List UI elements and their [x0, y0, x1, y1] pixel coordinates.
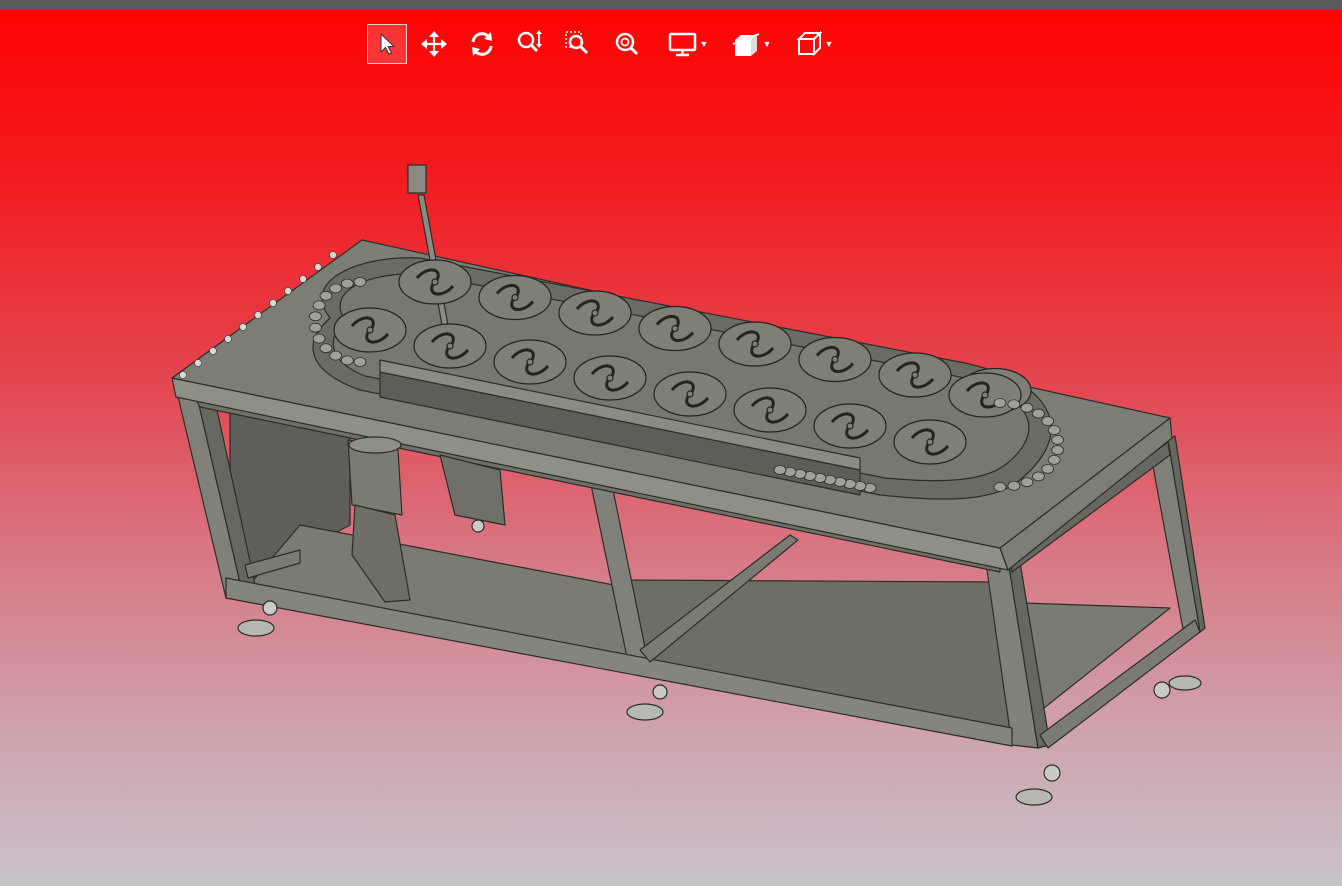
caster-wheel — [1043, 764, 1061, 782]
edge-bolt — [299, 275, 307, 283]
carrier-puck — [653, 371, 727, 417]
carrier-puck — [333, 307, 407, 353]
carrier-puck — [798, 336, 872, 383]
edge-bolt — [179, 371, 187, 379]
chain-link — [1032, 471, 1045, 482]
carrier-puck — [638, 305, 712, 352]
chain-link — [309, 322, 322, 333]
carrier-puck — [813, 403, 887, 449]
chain-link — [319, 343, 333, 354]
chain-link — [1041, 463, 1055, 474]
window-title-bar — [0, 0, 1342, 10]
carrier-puck — [893, 419, 967, 465]
carrier-puck — [493, 339, 567, 385]
leveling-foot — [1168, 675, 1202, 691]
leveling-foot — [626, 703, 664, 721]
chain-link — [329, 350, 343, 361]
chain-link — [340, 355, 354, 366]
3d-viewport[interactable]: ▼ ▼ ▼ — [0, 10, 1342, 886]
chain-link — [993, 398, 1007, 408]
carrier-puck — [413, 323, 487, 369]
caster-wheel — [652, 684, 668, 700]
chain-link — [1041, 416, 1055, 427]
chain-link — [312, 300, 326, 311]
chain-link — [1047, 454, 1061, 465]
chain-link — [1007, 480, 1021, 491]
leveling-foot — [237, 619, 275, 637]
edge-bolt — [224, 335, 232, 343]
edge-bolt — [314, 263, 322, 271]
chain-link — [993, 482, 1007, 492]
carrier-puck — [733, 387, 807, 433]
chain-link — [1020, 477, 1034, 488]
chain-link — [340, 278, 354, 289]
chain-link — [353, 357, 367, 367]
carrier-puck — [573, 355, 647, 401]
sensor-head — [407, 164, 427, 194]
caster-wheel — [471, 519, 485, 533]
chain-link — [319, 290, 333, 301]
caster-wheel — [1153, 681, 1171, 699]
chain-link — [1032, 408, 1045, 419]
chain-link — [1020, 402, 1034, 413]
edge-bolt — [239, 323, 247, 331]
chain-link — [312, 333, 326, 344]
edge-bolt — [209, 347, 217, 355]
carrier-puck — [718, 321, 792, 367]
chain-link — [353, 277, 367, 287]
edge-bolt — [254, 311, 262, 319]
edge-bolt — [284, 287, 292, 295]
leveling-foot — [1015, 788, 1053, 806]
edge-bolt — [194, 359, 202, 367]
edge-bolt — [269, 299, 277, 307]
carrier-puck — [398, 259, 472, 305]
chain-link — [773, 465, 787, 475]
cad-model-conveyor-machine[interactable] — [0, 10, 1342, 886]
chain-link — [1007, 399, 1021, 410]
chain-link — [309, 311, 322, 322]
chain-link — [1047, 425, 1061, 436]
carrier-puck — [558, 290, 632, 336]
chain-link — [1051, 445, 1064, 455]
caster-wheel — [262, 600, 278, 616]
carrier-puck — [878, 352, 952, 398]
carrier-puck — [478, 274, 552, 321]
carrier-puck — [948, 372, 1022, 418]
edge-bolt — [329, 251, 337, 259]
chain-link — [1051, 435, 1064, 445]
chain-link — [329, 283, 343, 294]
